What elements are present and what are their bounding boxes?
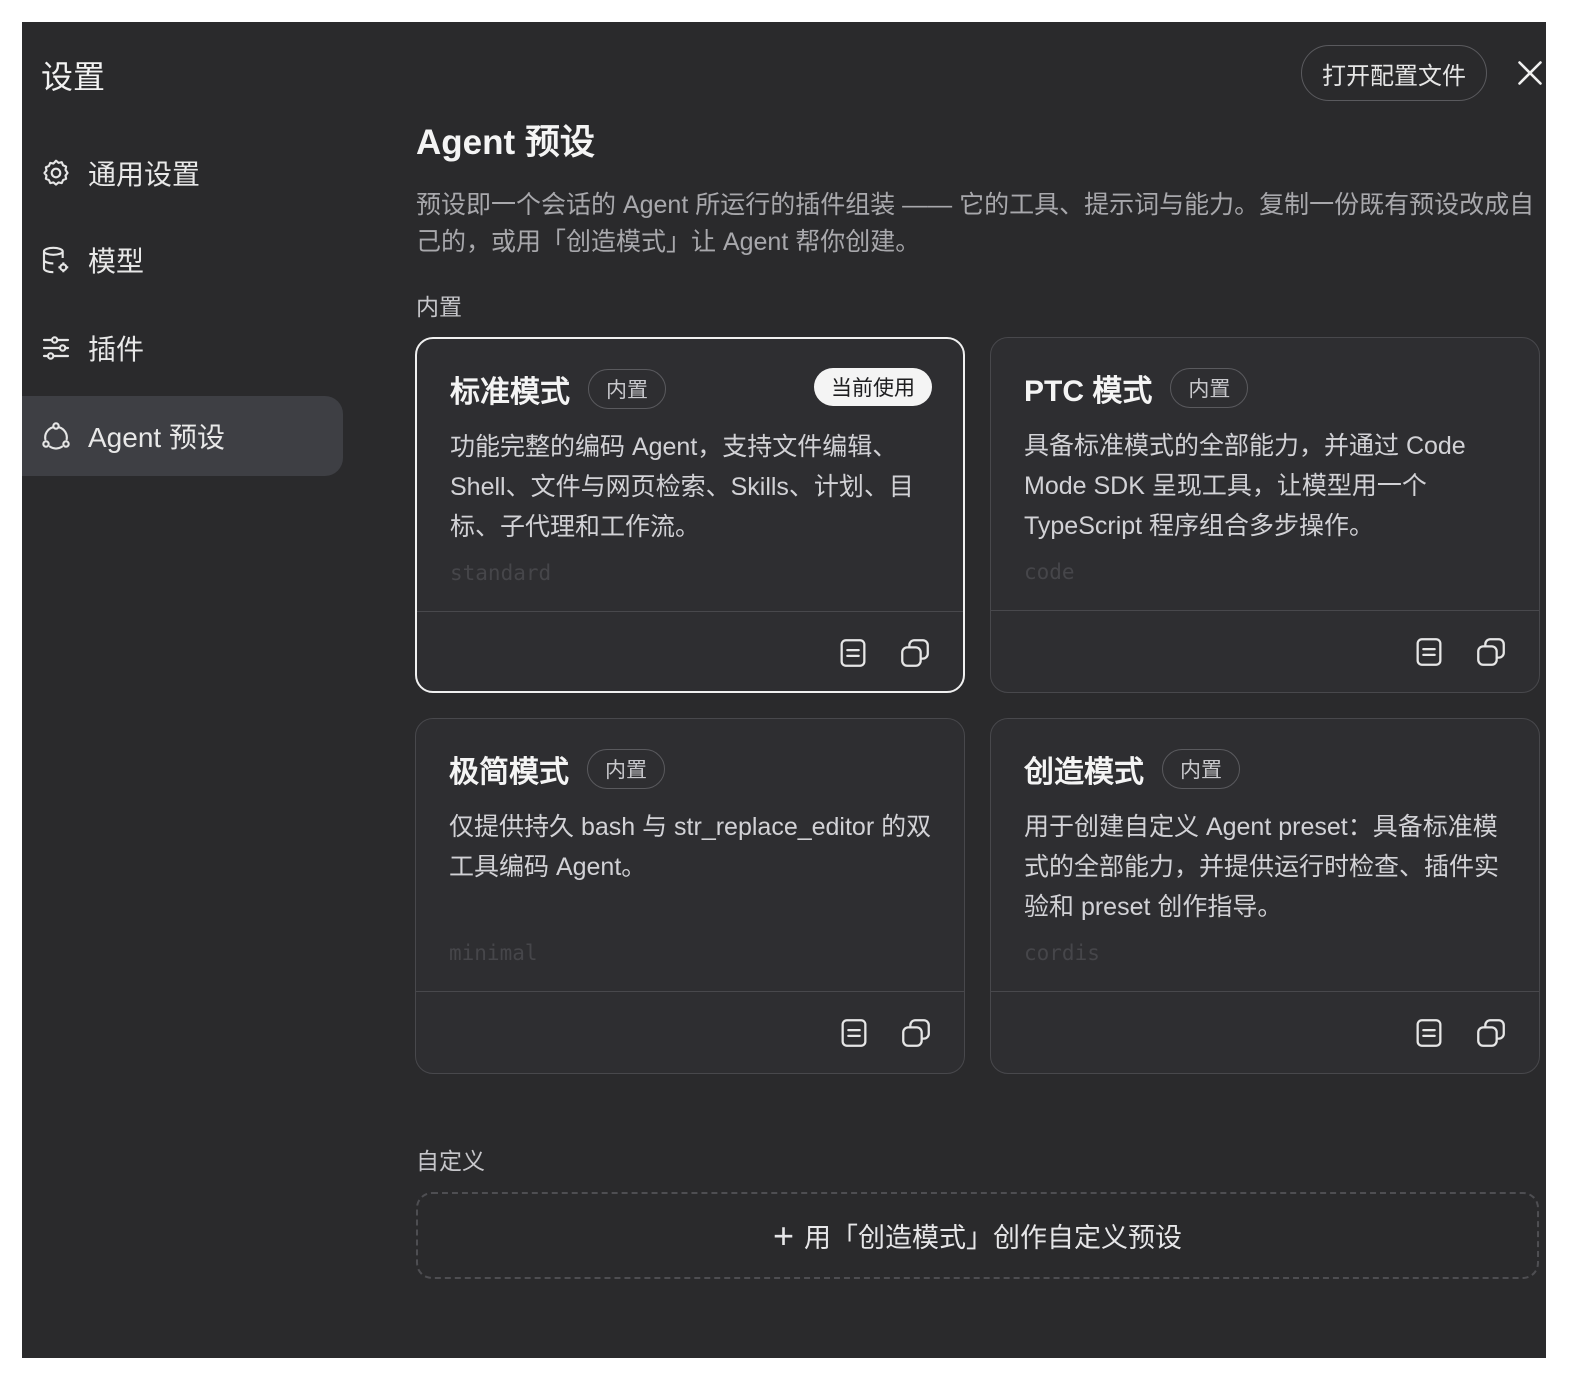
preset-description: 仅提供持久 bash 与 str_replace_editor 的双工具编码 A…: [449, 813, 932, 881]
card-footer: [991, 610, 1539, 692]
builtin-tag: 内置: [588, 369, 666, 409]
card-footer: [416, 991, 964, 1073]
card-footer: [417, 611, 963, 691]
card-header: 标准模式 内置: [450, 367, 666, 411]
builtin-tag: 内置: [1170, 368, 1249, 408]
preset-name: PTC 模式: [1024, 375, 1153, 408]
preset-card-minimal[interactable]: 极简模式 内置 仅提供持久 bash 与 str_replace_editor …: [415, 718, 965, 1074]
preset-description: 用于创建自定义 Agent preset：具备标准模式的全部能力，并提供运行时检…: [1024, 813, 1500, 921]
edit-icon[interactable]: [836, 636, 870, 670]
agent-icon: [42, 422, 70, 450]
sidebar-item-plugins[interactable]: 插件: [22, 308, 343, 388]
create-custom-preset-button[interactable]: + 用「创造模式」创作自定义预设: [416, 1192, 1539, 1279]
gear-icon: [43, 159, 69, 186]
duplicate-icon[interactable]: [899, 1016, 933, 1050]
builtin-tag: 内置: [1162, 749, 1240, 789]
preset-name: 创造模式: [1024, 756, 1144, 789]
current-badge: 当前使用: [814, 368, 932, 406]
close-icon[interactable]: [1516, 59, 1544, 87]
preset-name: 标准模式: [450, 376, 570, 409]
open-config-button[interactable]: 打开配置文件: [1301, 45, 1487, 101]
sidebar-item-label: 模型: [88, 246, 145, 277]
sliders-icon: [42, 336, 70, 360]
create-button-label: 用「创造模式」创作自定义预设: [804, 1223, 1183, 1253]
sidebar-item-agent-presets[interactable]: Agent 预设: [22, 396, 343, 476]
duplicate-icon[interactable]: [898, 636, 932, 670]
sidebar-item-label: Agent 预设: [88, 422, 225, 453]
builtin-tag: 内置: [587, 749, 665, 789]
sidebar-item-models[interactable]: 模型: [22, 220, 343, 300]
sidebar: 设置 通用设置 模型 插件 Agent 预设: [22, 22, 362, 1358]
duplicate-icon[interactable]: [1474, 1016, 1508, 1050]
edit-icon[interactable]: [1412, 635, 1446, 669]
builtin-section-label: 内置: [416, 294, 462, 320]
preset-description: 功能完整的编码 Agent，支持文件编辑、Shell、文件与网页检索、Skill…: [450, 433, 914, 541]
preset-id: minimal: [449, 941, 538, 965]
sidebar-item-label: 插件: [88, 334, 145, 365]
card-header: 极简模式 内置: [449, 747, 665, 791]
preset-id: cordis: [1024, 941, 1100, 965]
preset-name: 极简模式: [449, 756, 569, 789]
sidebar-item-label: 通用设置: [88, 159, 201, 190]
preset-card-standard[interactable]: 标准模式 内置 当前使用 功能完整的编码 Agent，支持文件编辑、Shell、…: [415, 337, 965, 693]
database-icon: [42, 246, 69, 274]
edit-icon[interactable]: [1412, 1016, 1446, 1050]
preset-card-code[interactable]: PTC 模式 内置 具备标准模式的全部能力，并通过 Code Mode SDK …: [990, 337, 1540, 693]
card-footer: [991, 991, 1539, 1073]
preset-description: 具备标准模式的全部能力，并通过 Code Mode SDK 呈现工具，让模型用一…: [1024, 432, 1466, 540]
preset-id: code: [1024, 560, 1075, 584]
card-header: 创造模式 内置: [1024, 747, 1240, 791]
card-header: PTC 模式 内置: [1024, 366, 1249, 410]
sidebar-item-general[interactable]: 通用设置: [22, 133, 343, 213]
preset-id: standard: [450, 561, 552, 585]
custom-section-label: 自定义: [416, 1148, 485, 1174]
settings-window: 设置 通用设置 模型 插件 Agent 预设 打开配置文件 Agent 预设 预…: [22, 22, 1546, 1358]
edit-icon[interactable]: [837, 1016, 871, 1050]
sidebar-title: 设置: [41, 59, 106, 95]
page-description: 预设即一个会话的 Agent 所运行的插件组装 —— 它的工具、提示词与能力。复…: [416, 191, 1535, 256]
duplicate-icon[interactable]: [1474, 635, 1508, 669]
plus-icon: +: [772, 1214, 795, 1256]
page-title: Agent 预设: [416, 123, 595, 162]
preset-card-cordis[interactable]: 创造模式 内置 用于创建自定义 Agent preset：具备标准模式的全部能力…: [990, 718, 1540, 1074]
